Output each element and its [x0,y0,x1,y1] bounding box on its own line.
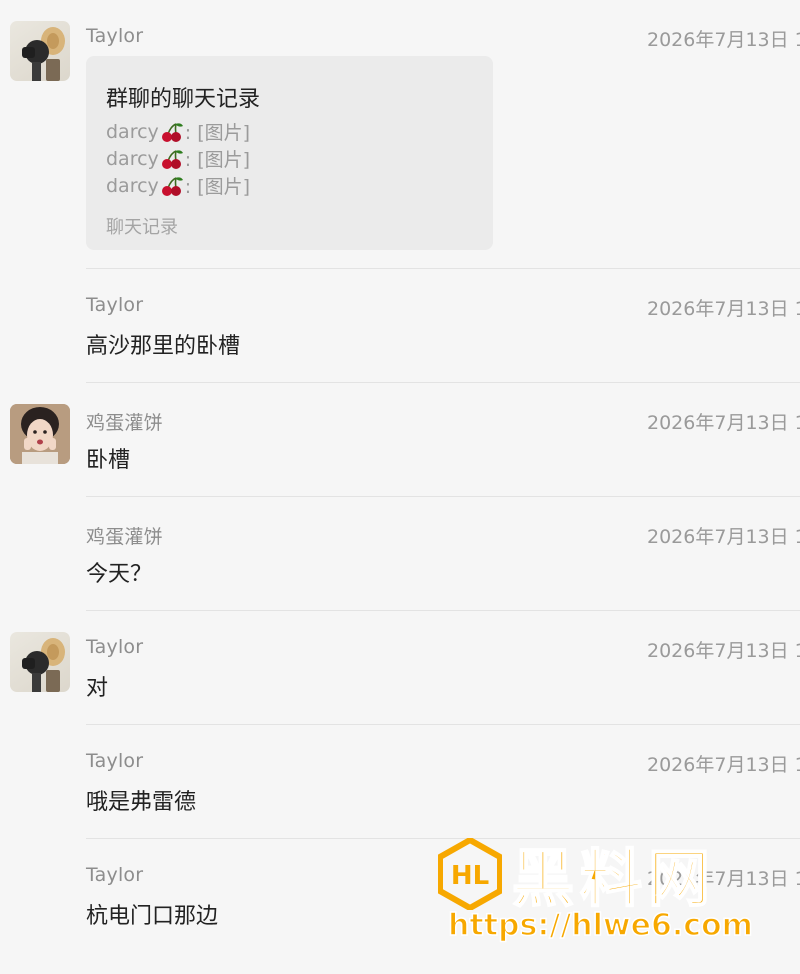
chat-record-title: 群聊的聊天记录 [106,87,261,112]
record-line-content: : [图片] [184,149,251,171]
record-line-content: : [图片] [184,122,251,144]
sender-name: Taylor [86,294,144,316]
message-item[interactable]: Taylor 2026年7月13日 1 哦是弗雷德 [0,725,800,838]
watermark-logo-text: HL [451,861,489,891]
record-line-sender: darcy [106,174,159,197]
message-text: 卧槽 [86,448,131,473]
message-time: 2026年7月13日 1 [647,640,800,662]
cherries-icon [161,122,183,142]
avatar-egg-pancake[interactable] [10,404,70,464]
message-text: 高沙那里的卧槽 [86,334,241,359]
message-time: 2026年7月13日 1 [647,526,800,548]
record-line-content: : [图片] [184,176,251,198]
cherries-icon [161,176,183,196]
sender-name: Taylor [86,750,144,772]
chat-record-line: darcy : [图片] [106,145,250,172]
message-time: 2026年7月13日 1 [647,412,800,434]
message-time: 2026年7月13日 1 [647,29,800,51]
message-text: 今天？ [86,562,153,587]
record-line-sender: darcy [106,120,159,143]
sender-name: Taylor [86,25,144,47]
record-line-sender: darcy [106,147,159,170]
message-item[interactable]: Taylor 2026年7月13日 1 高沙那里的卧槽 [0,269,800,382]
message-item[interactable]: 鸡蛋灌饼 2026年7月13日 1 卧槽 [0,383,800,496]
message-item[interactable]: 鸡蛋灌饼 2026年7月13日 1 今天？ [0,497,800,610]
sender-name: Taylor [86,864,144,886]
chat-record-card[interactable]: 群聊的聊天记录 darcy : [图片] darcy: [图片] darcy … [86,56,493,250]
site-watermark: HL 黑料网 https://hlwe6.com [434,828,800,974]
sender-name: 鸡蛋灌饼 [86,526,163,548]
message-time: 2026年7月13日 1 [647,754,800,776]
watermark-logo-icon: HL [438,838,502,910]
sender-name: Taylor [86,636,144,658]
message-text: 对 [86,676,109,701]
chat-record-line: darcy : [图片] [106,118,250,145]
chat-record-line: darcy : [图片] [106,172,250,199]
message-item[interactable]: Taylor 2026年7月13日 1 群聊的聊天记录 darcy : [图片]… [0,0,800,268]
message-time: 2026年7月13日 1 [647,298,800,320]
message-text: 杭电门口那边 [86,904,219,929]
watermark-url: https://hlwe6.com [447,907,753,944]
watermark-title: 黑料网 [511,841,717,916]
chat-history: Taylor 2026年7月13日 1 群聊的聊天记录 darcy : [图片]… [0,0,800,974]
sender-name: 鸡蛋灌饼 [86,412,163,434]
cherries-icon [161,149,183,169]
chat-record-footer: 聊天记录 [106,217,178,238]
message-item[interactable]: Taylor 2026年7月13日 1 对 [0,611,800,724]
message-text: 哦是弗雷德 [86,790,197,815]
avatar-taylor[interactable] [10,21,70,81]
avatar-taylor[interactable] [10,632,70,692]
